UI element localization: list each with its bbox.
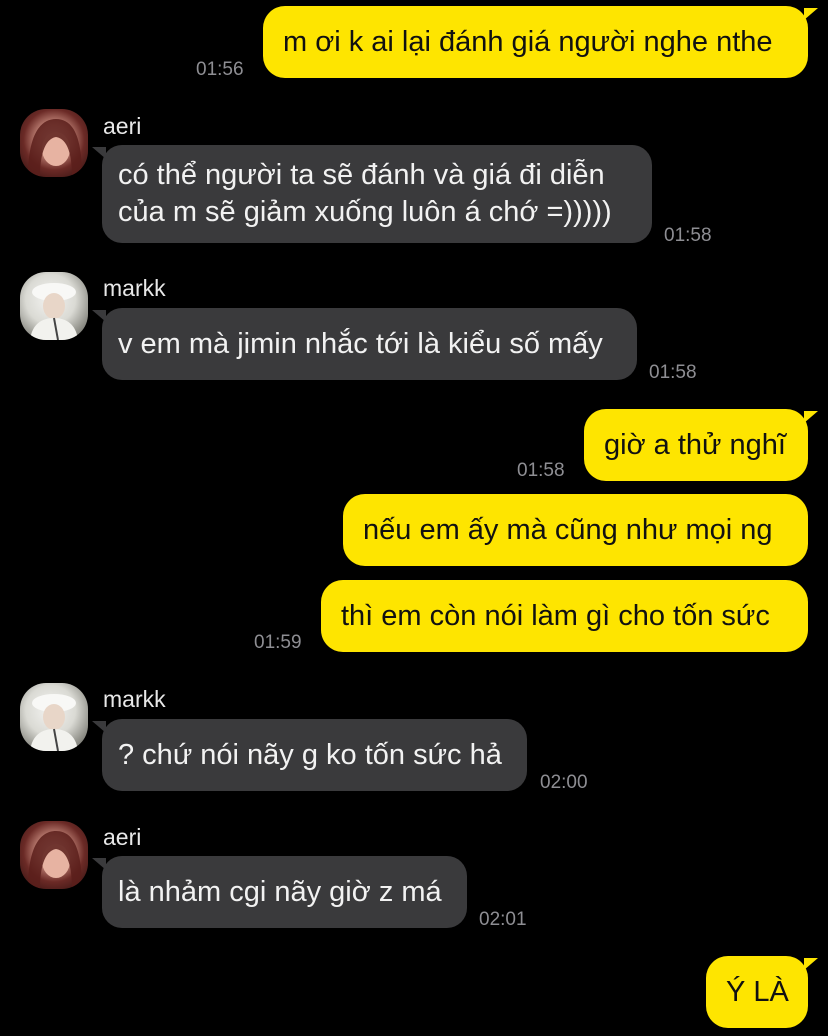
- message-text: m ơi k ai lại đánh giá người nghe nthe: [283, 26, 773, 58]
- avatar-photo-icon: [28, 119, 82, 177]
- message-text: nếu em ấy mà cũng như mọi ng: [363, 514, 773, 546]
- message-text: thì em còn nói làm gì cho tốn sức: [341, 600, 770, 632]
- message-text: v em mà jimin nhắc tới là kiểu số mấy: [118, 328, 603, 360]
- their-message-bubble[interactable]: là nhảm cgi nãy giờ z má: [92, 856, 467, 928]
- avatar-photo-icon: [28, 831, 82, 889]
- sender-name: aeri: [103, 824, 142, 850]
- avatar-photo-icon: [30, 694, 78, 751]
- my-message-bubble[interactable]: nếu em ấy mà cũng như mọi ng: [343, 494, 808, 566]
- message-timestamp: 01:58: [649, 362, 697, 383]
- their-message-bubble[interactable]: có thể người ta sẽ đánh và giá đi diễn c…: [92, 145, 652, 243]
- message-text: Ý LÀ: [726, 976, 789, 1008]
- my-message-bubble[interactable]: m ơi k ai lại đánh giá người nghe nthe: [263, 6, 818, 78]
- my-message-bubble[interactable]: thì em còn nói làm gì cho tốn sức: [321, 580, 808, 652]
- message-timestamp: 02:01: [479, 909, 527, 930]
- sender-name: markk: [103, 686, 166, 712]
- message-text-line: có thể người ta sẽ đánh và giá đi diễn: [118, 159, 605, 191]
- sender-name: aeri: [103, 113, 142, 139]
- message-timestamp: 01:58: [517, 460, 565, 481]
- message-text: ? chứ nói nãy g ko tốn sức hả: [118, 739, 502, 771]
- message-text: giờ a thử nghĩ: [604, 429, 786, 461]
- their-message-bubble[interactable]: v em mà jimin nhắc tới là kiểu số mấy: [92, 308, 637, 380]
- avatar-markk[interactable]: [20, 683, 88, 751]
- message-timestamp: 01:59: [254, 632, 302, 653]
- message-text: là nhảm cgi nãy giờ z má: [118, 876, 442, 908]
- sender-name: markk: [103, 275, 166, 301]
- message-timestamp: 01:56: [196, 59, 244, 80]
- message-text-line: của m sẽ giảm xuống luôn á chớ =))))): [118, 196, 612, 228]
- avatar-aeri[interactable]: [20, 109, 88, 177]
- my-message-bubble[interactable]: Ý LÀ: [706, 956, 818, 1028]
- avatar-photo-icon: [30, 283, 78, 340]
- message-timestamp: 01:58: [664, 225, 712, 246]
- avatar-markk[interactable]: [20, 272, 88, 340]
- message-timestamp: 02:00: [540, 772, 588, 793]
- my-message-bubble[interactable]: giờ a thử nghĩ: [584, 409, 818, 481]
- their-message-bubble[interactable]: ? chứ nói nãy g ko tốn sức hả: [92, 719, 527, 791]
- avatar-aeri[interactable]: [20, 821, 88, 889]
